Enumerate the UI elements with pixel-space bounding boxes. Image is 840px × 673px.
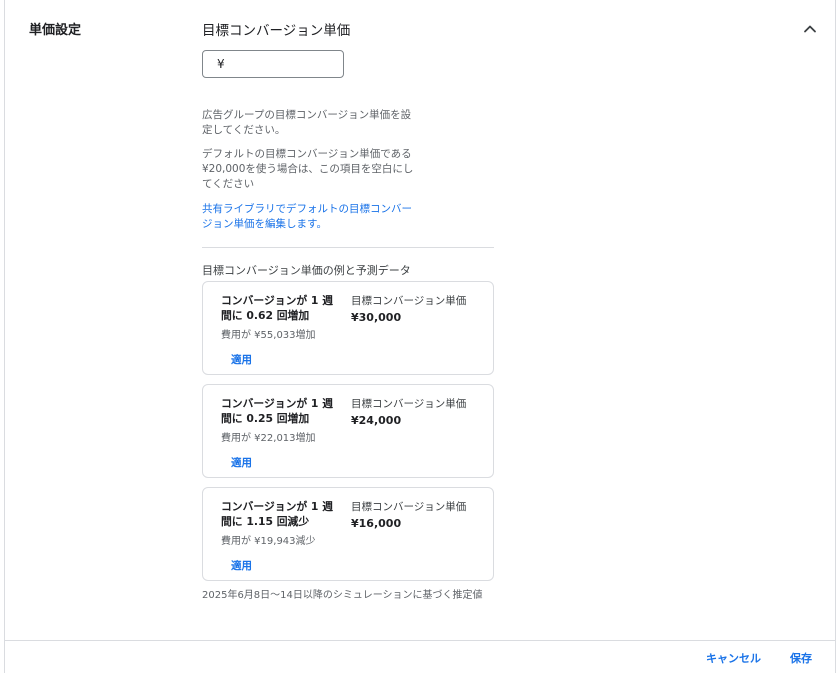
chevron-up-icon: [804, 25, 816, 33]
cost-change: 費用が ¥19,943減少: [221, 536, 316, 547]
conversion-change: コンバージョンが 1 週間に 0.62 回増加: [221, 294, 333, 322]
apply-button[interactable]: 適用: [231, 352, 252, 367]
help-text-2: デフォルトの目標コンバージョン単価である ¥20,000を使う場合は、この項目を…: [202, 148, 414, 190]
conversion-change: コンバージョンが 1 週間に 1.15 回減少: [221, 500, 333, 528]
bid-settings-panel: 単価設定 目標コンバージョン単価 ¥ 広告グループの目標コンバージョン単価を設定…: [4, 0, 836, 673]
example-card: コンバージョンが 1 週間に 0.62 回増加 費用が ¥55,033増加 目標…: [202, 281, 494, 375]
currency-prefix: ¥: [217, 57, 225, 71]
divider: [202, 247, 494, 248]
footer-divider: [5, 640, 835, 641]
conversion-change: コンバージョンが 1 週間に 0.25 回増加: [221, 397, 333, 425]
cpa-label: 目標コンバージョン単価: [351, 501, 467, 513]
examples-heading: 目標コンバージョン単価の例と予測データ: [202, 264, 411, 277]
target-cpa-input[interactable]: ¥: [202, 50, 344, 78]
apply-button[interactable]: 適用: [231, 558, 252, 573]
collapse-button[interactable]: [795, 14, 825, 44]
save-button[interactable]: 保存: [790, 650, 812, 666]
cancel-button[interactable]: キャンセル: [706, 650, 761, 666]
apply-button[interactable]: 適用: [231, 455, 252, 470]
cpa-value: ¥24,000: [351, 414, 402, 427]
simulation-footnote: 2025年6月8日〜14日以降のシミュレーションに基づく推定値: [202, 590, 483, 601]
cpa-label: 目標コンバージョン単価: [351, 295, 467, 307]
cpa-value: ¥16,000: [351, 517, 402, 530]
shared-library-link[interactable]: 共有ライブラリでデフォルトの目標コンバージョン単価を編集します。: [202, 202, 417, 232]
cost-change: 費用が ¥55,033増加: [221, 330, 316, 341]
target-cpa-title: 目標コンバージョン単価: [202, 23, 351, 39]
example-card: コンバージョンが 1 週間に 1.15 回減少 費用が ¥19,943減少 目標…: [202, 487, 494, 581]
cpa-value: ¥30,000: [351, 311, 402, 324]
example-card: コンバージョンが 1 週間に 0.25 回増加 費用が ¥22,013増加 目標…: [202, 384, 494, 478]
section-label: 単価設定: [29, 23, 82, 38]
help-text-1: 広告グループの目標コンバージョン単価を設定してください。: [202, 109, 412, 136]
cost-change: 費用が ¥22,013増加: [221, 433, 316, 444]
cpa-label: 目標コンバージョン単価: [351, 398, 467, 410]
